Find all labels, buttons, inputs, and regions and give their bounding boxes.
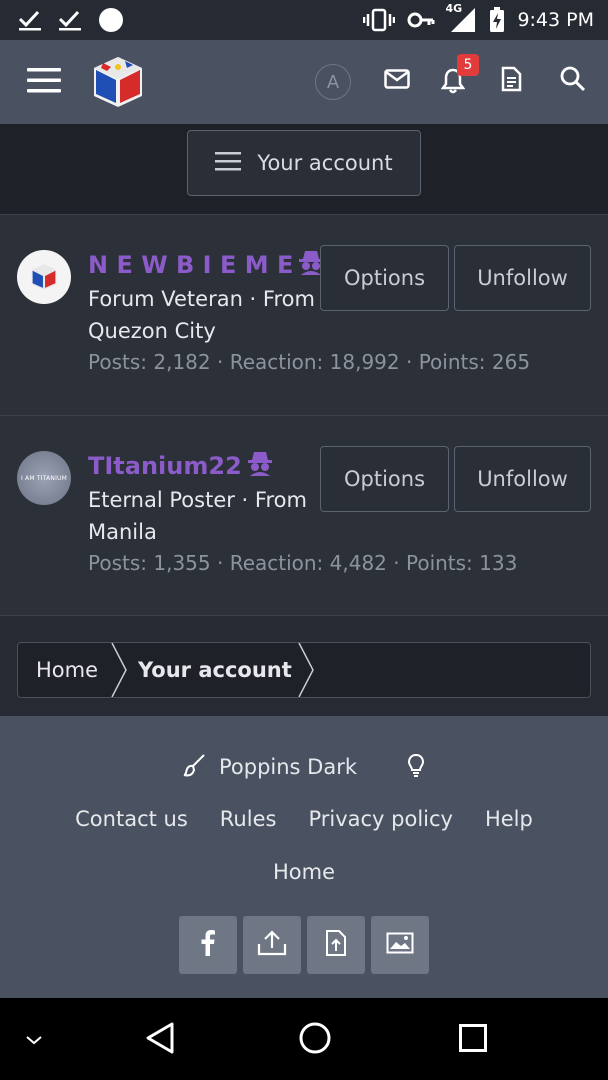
member-stats: Posts: 2,182 · Reaction: 18,992 · Points… — [88, 350, 531, 374]
home-icon — [298, 1021, 332, 1059]
menu-icon — [215, 151, 242, 176]
back-button[interactable] — [140, 1020, 180, 1060]
back-icon — [144, 1021, 176, 1059]
member-title: Eternal Poster · From Manila — [88, 488, 307, 544]
username: N E W B I E M E — [88, 251, 294, 279]
your-account-button[interactable]: Your account — [187, 130, 421, 196]
username-link[interactable]: TItanium22 — [88, 450, 272, 482]
member-list-item: N E W B I E M E Forum Veteran · From Que… — [0, 214, 608, 415]
username: TItanium22 — [88, 452, 242, 480]
home-button[interactable] — [295, 1020, 335, 1060]
collapse-button[interactable] — [20, 1028, 48, 1052]
breadcrumb-section: Home Your account — [0, 615, 608, 716]
facebook-button[interactable] — [179, 916, 237, 974]
alerts-button[interactable]: 5 — [436, 54, 479, 98]
check-icon — [18, 9, 42, 31]
logo-cube-icon — [31, 264, 57, 290]
battery-icon — [489, 7, 505, 33]
inbox-button[interactable] — [380, 64, 414, 98]
options-button[interactable]: Options — [320, 245, 449, 311]
incognito-icon — [247, 450, 272, 482]
recents-button[interactable] — [453, 1020, 493, 1060]
avatar[interactable]: I AM TITANIUM — [17, 451, 71, 505]
breadcrumb: Home Your account — [17, 642, 591, 698]
menu-button[interactable] — [24, 62, 64, 102]
chevron-right-icon — [110, 642, 130, 701]
theme-toggle[interactable] — [407, 753, 425, 782]
upload-icon — [257, 930, 287, 960]
style-name: Poppins Dark — [218, 755, 358, 779]
upload-button[interactable] — [243, 916, 301, 974]
unfollow-button[interactable]: Unfollow — [454, 245, 591, 311]
rules-link[interactable]: Rules — [220, 807, 277, 831]
unfollow-button[interactable]: Unfollow — [454, 446, 591, 512]
clock: 9:43 PM — [517, 9, 594, 31]
help-link[interactable]: Help — [485, 807, 533, 831]
logo-cube-icon — [94, 57, 142, 107]
style-chooser-link[interactable]: Poppins Dark — [183, 753, 357, 782]
username-link[interactable]: N E W B I E M E — [88, 249, 324, 281]
facebook-icon — [201, 930, 215, 960]
site-logo[interactable] — [88, 52, 148, 112]
key-icon — [407, 10, 435, 30]
avatar[interactable] — [17, 250, 71, 304]
status-bar: 4G 9:43 PM — [0, 0, 608, 40]
system-navigation-bar — [0, 998, 608, 1080]
network-type: 4G — [445, 2, 463, 15]
notification-badge: 5 — [457, 54, 479, 76]
signal-icon: 4G — [445, 2, 477, 34]
file-upload-icon — [325, 929, 347, 961]
menu-icon — [27, 66, 61, 98]
whats-new-button[interactable] — [494, 64, 528, 98]
footer-links: Contact us Rules Privacy policy Help — [0, 802, 608, 836]
vibrate-icon — [363, 8, 396, 32]
style-chooser-row: Poppins Dark — [0, 750, 608, 784]
chevron-down-icon — [25, 1031, 43, 1050]
footer-home-row: Home — [0, 855, 608, 889]
member-stats: Posts: 1,355 · Reaction: 4,482 · Points:… — [88, 551, 518, 575]
image-button[interactable] — [371, 916, 429, 974]
account-avatar-button[interactable]: A — [315, 64, 351, 100]
breadcrumb-your-account[interactable]: Your account — [138, 643, 292, 697]
top-navigation: A 5 — [0, 40, 608, 124]
lightbulb-icon — [407, 753, 425, 782]
contact-us-link[interactable]: Contact us — [75, 807, 188, 831]
chevron-right-icon — [297, 642, 317, 701]
account-bar: Your account — [0, 124, 608, 214]
member-title: Forum Veteran · From Quezon City — [88, 287, 315, 343]
privacy-policy-link[interactable]: Privacy policy — [308, 807, 453, 831]
document-icon — [500, 66, 522, 96]
account-initial: A — [326, 71, 340, 93]
search-icon — [560, 66, 586, 96]
circle-icon — [98, 7, 124, 33]
file-upload-button[interactable] — [307, 916, 365, 974]
image-icon — [386, 932, 414, 958]
breadcrumb-home[interactable]: Home — [36, 643, 98, 697]
check-icon — [58, 9, 82, 31]
brush-icon — [183, 753, 207, 782]
member-list-item: I AM TITANIUM TItanium22 Eternal Poster … — [0, 415, 608, 615]
options-button[interactable]: Options — [320, 446, 449, 512]
mail-icon — [384, 69, 410, 93]
avatar-text: I AM TITANIUM — [20, 474, 68, 482]
search-button[interactable] — [556, 64, 590, 98]
footer: Poppins Dark Contact us Rules Privacy po… — [0, 716, 608, 998]
footer-home-link[interactable]: Home — [273, 860, 335, 884]
bell-icon: 5 — [441, 54, 479, 94]
your-account-label: Your account — [257, 151, 393, 175]
recents-icon — [458, 1023, 488, 1057]
